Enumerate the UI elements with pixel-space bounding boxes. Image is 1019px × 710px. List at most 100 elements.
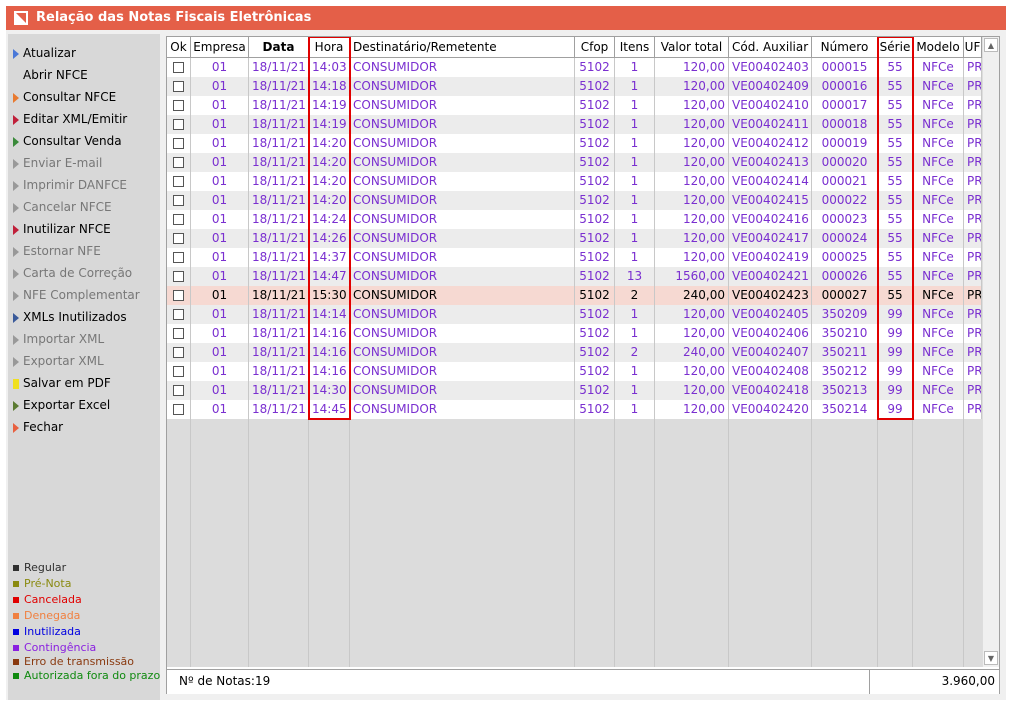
sidebar-item-consultar-venda[interactable]: Consultar Venda [13,131,122,151]
cell-modelo: NFCe [913,96,964,115]
sidebar-item-salvar-em-pdf[interactable]: Salvar em PDF [13,373,111,393]
sidebar-item-fechar[interactable]: Fechar [13,417,63,437]
table-row[interactable]: 01 18/11/21 14:19 CONSUMIDOR 5102 1 120,00 VE00… [167,96,982,115]
column-header-empresa[interactable]: Empresa [191,37,249,57]
column-header-modelo[interactable]: Modelo [913,37,964,57]
row-checkbox[interactable] [173,195,184,206]
row-checkbox[interactable] [173,309,184,320]
notes-grid[interactable]: Ok Empresa Data Hora Destinatário/Remetente C… [166,36,1000,694]
table-row[interactable]: 01 18/11/21 14:20 CONSUMIDOR 5102 1 120,00 VE00… [167,134,982,153]
column-header-itens[interactable]: Itens [615,37,655,57]
row-checkbox[interactable] [173,271,184,282]
row-checkbox[interactable] [173,366,184,377]
table-row[interactable]: 01 18/11/21 14:20 CONSUMIDOR 5102 1 120,00 VE00… [167,172,982,191]
table-row[interactable]: 01 18/11/21 14:19 CONSUMIDOR 5102 1 120,00 VE00… [167,115,982,134]
column-header-ok[interactable]: Ok [167,37,191,57]
sidebar-item-importar-xml[interactable]: Importar XML [13,329,104,349]
cell-valor-total: 1560,00 [655,267,729,286]
sidebar-item-cancelar-nfce[interactable]: Cancelar NFCE [13,197,112,217]
column-header-destinatario[interactable]: Destinatário/Remetente [350,37,575,57]
cell-uf: PR [964,324,982,343]
cell-itens: 1 [615,77,655,96]
table-row[interactable]: 01 18/11/21 14:20 CONSUMIDOR 5102 1 120,00 VE00… [167,153,982,172]
sidebar-item-carta-de-correcao[interactable]: Carta de Correção [13,263,132,283]
cell-empresa: 01 [191,58,249,77]
sidebar-item-editar-xml-emitir[interactable]: Editar XML/Emitir [13,109,127,129]
column-divider [877,419,878,667]
sidebar-item-consultar-nfce[interactable]: Consultar NFCE [13,87,116,107]
row-checkbox[interactable] [173,328,184,339]
column-header-cfop[interactable]: Cfop [575,37,615,57]
table-row[interactable]: 01 18/11/21 14:16 CONSUMIDOR 5102 1 120,00 VE00… [167,362,982,381]
sidebar-item-estornar-nfe[interactable]: Estornar NFE [13,241,101,261]
column-header-data[interactable]: Data [249,37,309,57]
column-header-valor-total[interactable]: Valor total [655,37,729,57]
row-checkbox[interactable] [173,252,184,263]
sidebar-item-inutilizar-nfce[interactable]: Inutilizar NFCE [13,219,111,239]
row-checkbox[interactable] [173,385,184,396]
table-row[interactable]: 01 18/11/21 14:30 CONSUMIDOR 5102 1 120,00 VE00… [167,381,982,400]
sidebar-item-xmls-inutilizados[interactable]: XMLs Inutilizados [13,307,127,327]
cell-cod-auxiliar: VE00402412 [729,134,812,153]
cell-modelo: NFCe [913,381,964,400]
scroll-down-icon[interactable]: ▼ [984,651,998,665]
row-checkbox[interactable] [173,157,184,168]
vertical-scrollbar[interactable]: ▲ ▼ [982,37,999,667]
column-header-numero[interactable]: Número [812,37,878,57]
table-row[interactable]: 01 18/11/21 15:30 CONSUMIDOR 5102 2 240,00 VE00… [167,286,982,305]
cell-uf: PR [964,58,982,77]
row-checkbox[interactable] [173,404,184,415]
cell-valor-total: 120,00 [655,381,729,400]
triangle-right-icon [13,356,19,367]
table-row[interactable]: 01 18/11/21 14:47 CONSUMIDOR 5102 13 1560,00 VE… [167,267,982,286]
cell-cod-auxiliar: VE00402423 [729,286,812,305]
table-row[interactable]: 01 18/11/21 14:45 CONSUMIDOR 5102 1 120,00 VE00… [167,400,982,419]
row-checkbox[interactable] [173,176,184,187]
legend-swatch-icon [13,645,19,651]
cell-valor-total: 120,00 [655,305,729,324]
table-row[interactable]: 01 18/11/21 14:24 CONSUMIDOR 5102 1 120,00 VE00… [167,210,982,229]
row-checkbox[interactable] [173,214,184,225]
row-checkbox[interactable] [173,138,184,149]
legend-label: Regular [24,561,67,574]
column-header-uf[interactable]: UF [964,37,982,57]
table-row[interactable]: 01 18/11/21 14:16 CONSUMIDOR 5102 1 120,00 VE00… [167,324,982,343]
sidebar-item-nfe-complementar[interactable]: NFE Complementar [13,285,140,305]
table-row[interactable]: 01 18/11/21 14:03 CONSUMIDOR 5102 1 120,00 VE00… [167,58,982,77]
cell-cod-auxiliar: VE00402408 [729,362,812,381]
row-checkbox[interactable] [173,119,184,130]
cell-uf: PR [964,248,982,267]
legend-item: Regular [13,560,66,576]
table-row[interactable]: 01 18/11/21 14:26 CONSUMIDOR 5102 1 120,00 VE00… [167,229,982,248]
cell-empresa: 01 [191,324,249,343]
cell-valor-total: 120,00 [655,134,729,153]
row-checkbox[interactable] [173,100,184,111]
row-checkbox[interactable] [173,233,184,244]
cell-uf: PR [964,267,982,286]
row-checkbox[interactable] [173,347,184,358]
legend-item: Autorizada fora do prazo [13,668,160,684]
sidebar-item-imprimir-danfce[interactable]: Imprimir DANFCE [13,175,127,195]
sidebar-item-exportar-xml[interactable]: Exportar XML [13,351,104,371]
sidebar-item-atualizar[interactable]: Atualizar [13,43,76,63]
row-checkbox[interactable] [173,62,184,73]
cell-data: 18/11/21 [249,343,309,362]
sidebar-item-exportar-excel[interactable]: Exportar Excel [13,395,110,415]
row-checkbox[interactable] [173,290,184,301]
cell-valor-total: 120,00 [655,324,729,343]
table-row[interactable]: 01 18/11/21 14:16 CONSUMIDOR 5102 2 240,00 VE00… [167,343,982,362]
table-row[interactable]: 01 18/11/21 14:18 CONSUMIDOR 5102 1 120,00 VE00… [167,77,982,96]
triangle-right-icon [13,290,19,301]
cell-uf: PR [964,343,982,362]
table-row[interactable]: 01 18/11/21 14:20 CONSUMIDOR 5102 1 120,00 VE00… [167,191,982,210]
row-checkbox[interactable] [173,81,184,92]
sidebar-item-enviar-e-mail[interactable]: Enviar E-mail [13,153,102,173]
column-header-cod-auxiliar[interactable]: Cód. Auxiliar [729,37,812,57]
scroll-up-icon[interactable]: ▲ [984,38,998,52]
table-row[interactable]: 01 18/11/21 14:37 CONSUMIDOR 5102 1 120,00 VE00… [167,248,982,267]
cell-empresa: 01 [191,77,249,96]
sidebar-item-abrir-nfce[interactable]: Abrir NFCE [13,65,88,85]
cell-destinatario: CONSUMIDOR [350,96,575,115]
cell-cfop: 5102 [575,305,615,324]
table-row[interactable]: 01 18/11/21 14:14 CONSUMIDOR 5102 1 120,00 VE00… [167,305,982,324]
